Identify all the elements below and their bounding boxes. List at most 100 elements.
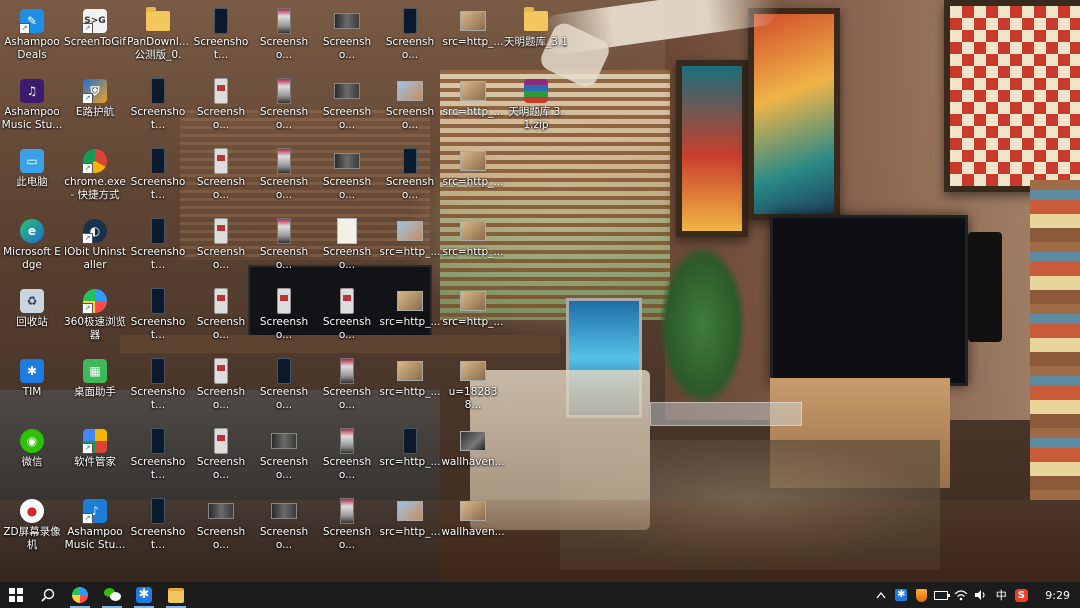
desktop-icon[interactable]: Screensho... bbox=[189, 494, 253, 564]
desktop-icon[interactable]: ↗ chrome.exe - 快捷方式 bbox=[63, 144, 127, 214]
taskbar-app-file-explorer[interactable] bbox=[160, 582, 192, 608]
desktop-icon-label: Screensho... bbox=[259, 36, 309, 61]
desktop-icon[interactable]: Screenshot... bbox=[126, 424, 190, 494]
desktop-icon-image bbox=[208, 8, 234, 34]
taskbar-app-360-browser[interactable] bbox=[64, 582, 96, 608]
tray-sogou-button[interactable]: S bbox=[1011, 582, 1031, 608]
desktop-icon[interactable]: src=http_... bbox=[378, 214, 442, 284]
desktop-icon[interactable]: Screenshot... bbox=[126, 214, 190, 284]
desktop-icon[interactable]: Screensho... bbox=[315, 424, 379, 494]
desktop-icon[interactable]: ✎ ↗ Ashampoo Deals bbox=[0, 4, 64, 74]
tray-volume-button[interactable] bbox=[971, 582, 991, 608]
desktop-icon[interactable]: src=http_... bbox=[378, 284, 442, 354]
desktop-icon[interactable]: Screenshot... bbox=[126, 284, 190, 354]
desktop-icon[interactable]: Screensho... bbox=[189, 144, 253, 214]
desktop-icon[interactable]: Screensho... bbox=[252, 4, 316, 74]
battery-icon bbox=[934, 590, 951, 600]
desktop-icon[interactable]: ♻ 回收站 bbox=[0, 284, 64, 354]
taskbar-app-wechat[interactable] bbox=[96, 582, 128, 608]
desktop-icon[interactable]: e Microsoft Edge bbox=[0, 214, 64, 284]
image-thumbnail-icon bbox=[397, 291, 423, 311]
desktop-icon[interactable]: Screensho... bbox=[315, 4, 379, 74]
desktop-icon[interactable]: Screensho... bbox=[252, 354, 316, 424]
tray-security-button[interactable] bbox=[911, 582, 931, 608]
start-button[interactable] bbox=[0, 582, 32, 608]
desktop-icon[interactable]: src=http_... bbox=[378, 424, 442, 494]
desktop-icon[interactable]: src=http_... bbox=[441, 4, 505, 74]
desktop-icon-label: E路护航 bbox=[75, 106, 115, 118]
desktop-icon-label: 桌面助手 bbox=[74, 386, 116, 398]
desktop-icon[interactable]: ♪ ↗ Ashampoo Music Stu... bbox=[63, 494, 127, 564]
desktop-icon-label: Screenshot... bbox=[130, 526, 186, 551]
desktop-icon[interactable]: Screensho... bbox=[378, 74, 442, 144]
desktop-icon[interactable]: Screensho... bbox=[315, 144, 379, 214]
desktop-icon[interactable]: Screensho... bbox=[189, 74, 253, 144]
image-thumbnail-icon bbox=[208, 503, 234, 519]
desktop-icon[interactable]: Screensho... bbox=[252, 74, 316, 144]
desktop-icon[interactable]: ◉ 微信 bbox=[0, 424, 64, 494]
desktop-icon[interactable]: src=http_... bbox=[378, 354, 442, 424]
desktop-icon[interactable]: wallhaven... bbox=[441, 424, 505, 494]
show-hidden-icons-button[interactable] bbox=[871, 582, 891, 608]
desktop-icon[interactable]: ↗ 360极速浏览器 bbox=[63, 284, 127, 354]
desktop-icon[interactable]: ⛨ ↗ E路护航 bbox=[63, 74, 127, 144]
desktop-icon[interactable]: 天明题库_3.1 bbox=[504, 4, 568, 74]
desktop-icon[interactable]: Screensho... bbox=[252, 214, 316, 284]
desktop-icon[interactable]: Screensho... bbox=[252, 284, 316, 354]
desktop-icon-image bbox=[208, 78, 234, 104]
desktop-icon[interactable]: src=http_... bbox=[441, 284, 505, 354]
desktop-icon[interactable]: ♫ Ashampoo Music Stu... bbox=[0, 74, 64, 144]
desktop[interactable]: ✎ ↗ Ashampoo Deals ♫ Ashampoo Music Stu... ▭ 此… bbox=[0, 0, 1080, 582]
desktop-icon[interactable]: Screensho... bbox=[315, 74, 379, 144]
desktop-icon[interactable]: Screenshot... bbox=[126, 144, 190, 214]
desktop-icon[interactable]: Screensho... bbox=[315, 354, 379, 424]
input-method-indicator[interactable]: 中 bbox=[991, 582, 1011, 608]
desktop-icon-label: Screensho... bbox=[196, 526, 246, 551]
desktop-icon[interactable]: Screenshot... bbox=[126, 74, 190, 144]
desktop-icon[interactable]: Screensho... bbox=[252, 494, 316, 564]
desktop-icon[interactable]: 天明题库 3.1.zip bbox=[504, 74, 568, 144]
desktop-icon-image bbox=[208, 218, 234, 244]
desktop-icon[interactable]: src=http_... bbox=[378, 494, 442, 564]
desktop-icon-label: wallhaven... bbox=[441, 526, 505, 538]
desktop-icon[interactable]: Screensho... bbox=[189, 214, 253, 284]
desktop-icon[interactable]: Screensho... bbox=[315, 494, 379, 564]
desktop-icon[interactable]: ● ZD屏幕录像机 bbox=[0, 494, 64, 564]
desktop-icon-image bbox=[145, 7, 171, 34]
desktop-icon[interactable]: Screensho... bbox=[189, 354, 253, 424]
desktop-icon[interactable]: ▦ 桌面助手 bbox=[63, 354, 127, 424]
desktop-icon[interactable]: Screensho... bbox=[189, 284, 253, 354]
image-thumbnail-icon bbox=[214, 428, 228, 454]
desktop-icon[interactable]: u=182838... bbox=[441, 354, 505, 424]
desktop-icon[interactable]: S>G ↗ ScreenToGif bbox=[63, 4, 127, 74]
desktop-icon[interactable]: Screensho... bbox=[252, 144, 316, 214]
desktop-icon[interactable]: src=http_... bbox=[441, 214, 505, 284]
desktop-icon[interactable]: Screensho... bbox=[315, 214, 379, 284]
desktop-icon[interactable]: ◐ ↗ IObit Uninstaller bbox=[63, 214, 127, 284]
desktop-icon[interactable]: Screensho... bbox=[315, 284, 379, 354]
desktop-icon[interactable]: src=http_... bbox=[441, 144, 505, 214]
image-thumbnail-icon bbox=[460, 151, 486, 171]
desktop-icon[interactable]: ✱ TIM bbox=[0, 354, 64, 424]
tray-battery-button[interactable] bbox=[931, 582, 951, 608]
desktop-icon[interactable]: wallhaven... bbox=[441, 494, 505, 564]
desktop-icon[interactable]: ▭ 此电脑 bbox=[0, 144, 64, 214]
tray-tim-button[interactable]: ✱ bbox=[891, 582, 911, 608]
desktop-icon[interactable]: Screensho... bbox=[378, 4, 442, 74]
desktop-icon[interactable]: Screenshot... bbox=[126, 354, 190, 424]
desktop-icon[interactable]: ↗ 软件管家 bbox=[63, 424, 127, 494]
desktop-icon[interactable]: Screenshot... bbox=[189, 4, 253, 74]
taskbar-app-tim[interactable]: ✱ bbox=[128, 582, 160, 608]
desktop-icon[interactable]: src=http_... bbox=[441, 74, 505, 144]
desktop-icon-label: 微信 bbox=[21, 456, 43, 468]
desktop-icon[interactable]: Screenshot... bbox=[126, 494, 190, 564]
search-button[interactable] bbox=[32, 582, 64, 608]
taskbar-clock[interactable]: 9:29 bbox=[1037, 589, 1080, 602]
desktop-icon[interactable]: PanDownl... 公测版_0.0.... bbox=[126, 4, 190, 74]
desktop-icon[interactable]: Screensho... bbox=[252, 424, 316, 494]
desktop-icon-image bbox=[460, 8, 486, 34]
desktop-icon-image: ◉ bbox=[19, 428, 45, 454]
tray-wifi-button[interactable] bbox=[951, 582, 971, 608]
desktop-icon[interactable]: Screensho... bbox=[378, 144, 442, 214]
desktop-icon[interactable]: Screensho... bbox=[189, 424, 253, 494]
